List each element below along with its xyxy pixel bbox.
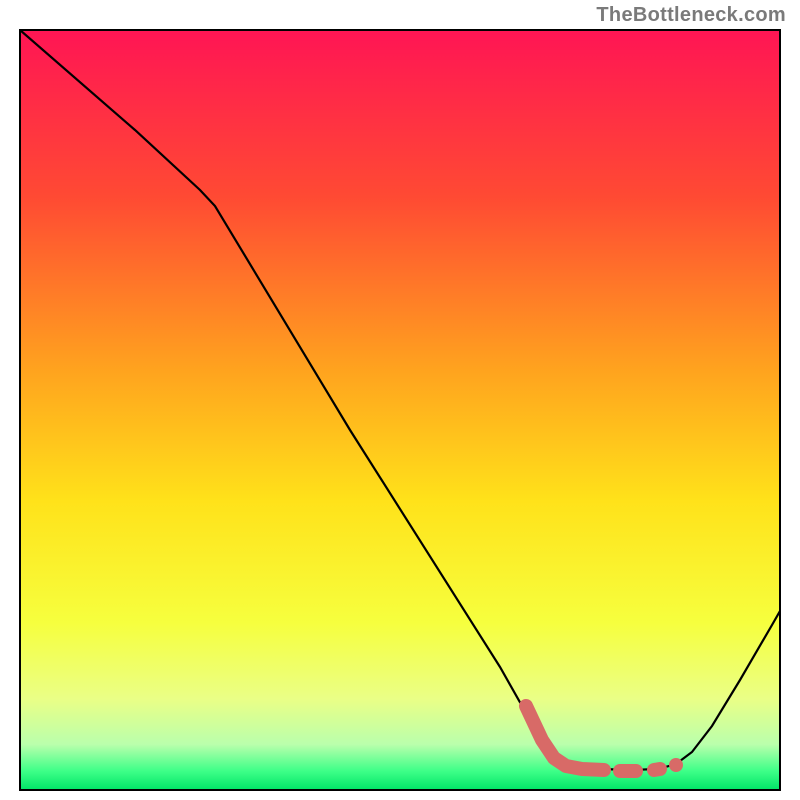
optimal-dot bbox=[669, 758, 683, 772]
gradient-background bbox=[20, 30, 780, 790]
bottleneck-chart bbox=[0, 0, 800, 800]
chart-stage: TheBottleneck.com bbox=[0, 0, 800, 800]
plot-area bbox=[20, 30, 780, 790]
optimal-segment bbox=[654, 769, 660, 770]
